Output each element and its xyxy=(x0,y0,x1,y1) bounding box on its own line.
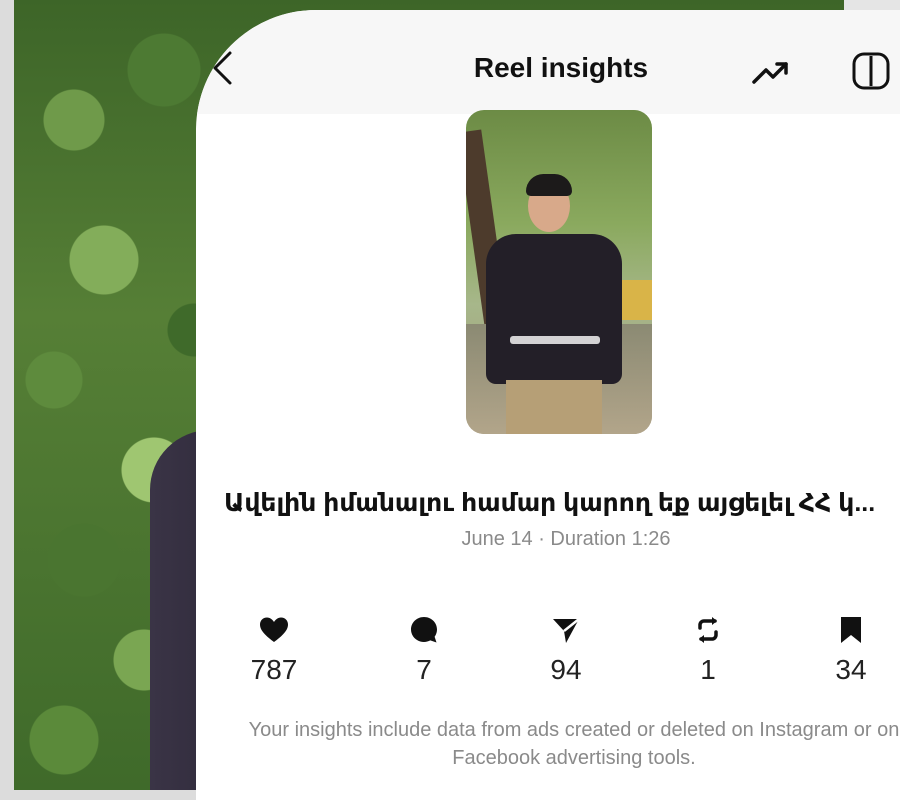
page-title: Reel insights xyxy=(473,52,649,83)
back-button[interactable] xyxy=(200,46,244,90)
saves-count: 34 xyxy=(835,654,867,685)
shares-stat: 94 xyxy=(526,610,606,686)
comment-icon xyxy=(411,617,437,643)
shares-count: 94 xyxy=(550,654,582,685)
compare-icon xyxy=(852,52,890,90)
chevron-left-icon xyxy=(213,51,232,85)
bookmark-icon xyxy=(841,617,861,643)
insights-disclaimer: Your insights include data from ads crea… xyxy=(248,719,900,769)
comments-count: 7 xyxy=(416,654,432,685)
heart-icon xyxy=(260,617,288,642)
header-bar: Reel insights xyxy=(196,10,900,114)
reel-thumbnail[interactable] xyxy=(466,110,652,434)
trending-up-icon xyxy=(752,62,788,84)
reel-meta: June 14 · Duration 1:26 xyxy=(461,528,671,550)
repost-icon xyxy=(698,617,718,643)
reel-insights-panel: Reel insights Ավելին իմանալու համար կարո… xyxy=(196,10,900,800)
reposts-stat: 1 xyxy=(668,610,748,686)
likes-count: 787 xyxy=(250,654,298,685)
reposts-count: 1 xyxy=(700,654,716,685)
comments-stat: 7 xyxy=(384,610,464,686)
share-icon xyxy=(553,618,580,643)
saves-stat: 34 xyxy=(811,610,891,686)
compare-button[interactable] xyxy=(846,48,896,94)
reel-caption: Ավելին իմանալու համար կարող եք այցելել Հ… xyxy=(224,489,876,517)
trend-button[interactable] xyxy=(746,52,796,92)
likes-stat: 787 xyxy=(234,610,314,686)
stats-row: 787 7 94 1 34 xyxy=(196,610,900,700)
